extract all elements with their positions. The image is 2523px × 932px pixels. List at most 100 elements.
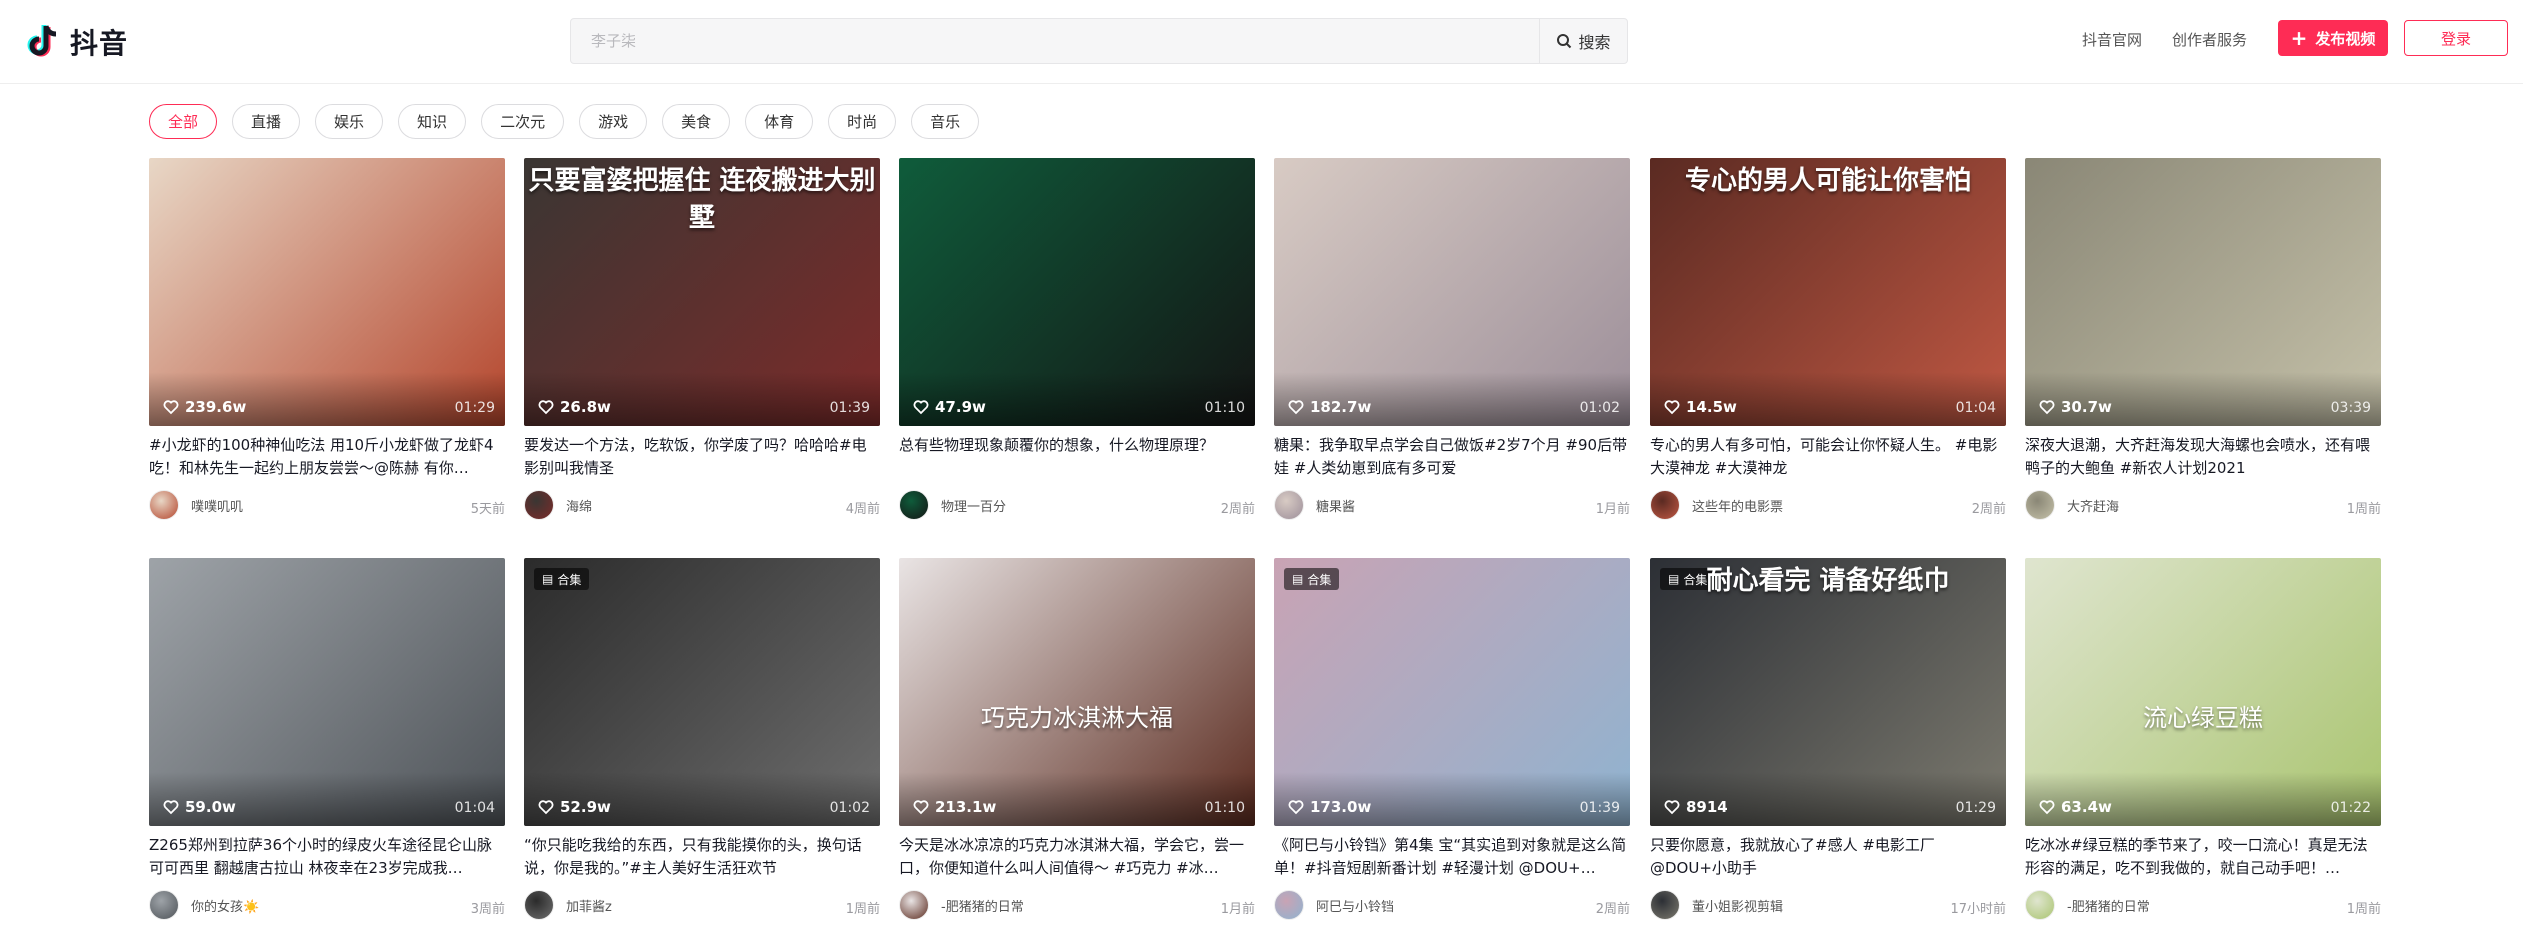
video-duration: 01:29 <box>1955 800 1996 816</box>
video-duration: 01:39 <box>829 400 870 416</box>
video-thumbnail[interactable]: ▤ 合集 耐心看完 请备好纸巾 8914 01:29 <box>1650 558 2006 826</box>
publish-time: 2周前 <box>1220 502 1255 517</box>
like-count: 52.9w <box>538 798 611 816</box>
heart-icon <box>2039 400 2055 415</box>
avatar[interactable] <box>1650 890 1680 920</box>
publish-video-button[interactable]: + 发布视频 <box>2278 20 2388 56</box>
video-thumbnail[interactable]: 239.6w 01:29 <box>149 158 505 426</box>
video-thumbnail[interactable]: 流心绿豆糕 63.4w 01:22 <box>2025 558 2381 826</box>
video-card[interactable]: 只要富婆把握住 连夜搬进大别墅 26.8w 01:39 要发达一个方法，吃软饭，… <box>524 158 880 520</box>
collection-badge-label: 合集 <box>557 572 582 587</box>
video-description[interactable]: 《阿巳与小铃铛》第4集 宝“其实追到对象就是这么简单！#抖音短剧新番计划 #轻漫… <box>1274 834 1630 880</box>
avatar[interactable] <box>149 490 179 520</box>
video-card[interactable]: 182.7w 01:02 糖果：我争取早点学会自己做饭#2岁7个月 #90后带娃… <box>1274 158 1630 520</box>
like-count: 8914 <box>1664 798 1728 816</box>
video-card[interactable]: 239.6w 01:29 #小龙虾的100种神仙吃法 用10斤小龙虾做了龙虾4吃… <box>149 158 505 520</box>
video-description[interactable]: “你只能吃我给的东西，只有我能摸你的头，换句话说，你是我的。”#主人美好生活狂欢… <box>524 834 880 880</box>
avatar[interactable] <box>1274 890 1304 920</box>
douyin-logo[interactable]: 抖音 <box>26 20 128 64</box>
author-name[interactable]: 加菲酱z <box>566 896 612 915</box>
like-count: 26.8w <box>538 398 611 416</box>
video-description[interactable]: 糖果：我争取早点学会自己做饭#2岁7个月 #90后带娃 #人类幼崽到底有多可爱 <box>1274 434 1630 480</box>
video-description[interactable]: 深夜大退潮，大齐赶海发现大海螺也会喷水，还有喂鸭子的大鲍鱼 #新农人计划2021 <box>2025 434 2381 480</box>
video-description[interactable]: 只要你愿意，我就放心了#感人 #电影工厂 @DOU+小助手 <box>1650 834 2006 880</box>
video-thumbnail[interactable]: 巧克力冰淇淋大福 213.1w 01:10 <box>899 558 1255 826</box>
video-description[interactable]: 吃冰冰#绿豆糕的季节来了，咬一口流心！真是无法形容的满足，吃不到我做的，就自己动… <box>2025 834 2381 880</box>
video-card[interactable]: ▤ 合集 耐心看完 请备好纸巾 8914 01:29 只要你愿意，我就放心了#感… <box>1650 558 2006 920</box>
author-name[interactable]: 噗噗叽叽 <box>191 496 243 515</box>
video-meta: 噗噗叽叽 5天前 <box>149 490 505 520</box>
video-thumbnail[interactable]: 59.0w 01:04 <box>149 558 505 826</box>
heart-icon <box>538 400 554 415</box>
like-count: 182.7w <box>1288 398 1371 416</box>
avatar[interactable] <box>1650 490 1680 520</box>
video-description[interactable]: 今天是冰冰凉凉的巧克力冰淇淋大福，学会它，尝一口，你便知道什么叫人间值得～ #巧… <box>899 834 1255 880</box>
search-input[interactable] <box>571 19 1539 63</box>
author-name[interactable]: -肥猪猪的日常 <box>2067 896 2150 915</box>
video-description[interactable]: #小龙虾的100种神仙吃法 用10斤小龙虾做了龙虾4吃！和林先生一起约上朋友尝尝… <box>149 434 505 480</box>
login-button[interactable]: 登录 <box>2404 20 2508 56</box>
author-name[interactable]: 董小姐影视剪辑 <box>1692 896 1783 915</box>
like-count: 63.4w <box>2039 798 2112 816</box>
avatar[interactable] <box>2025 890 2055 920</box>
video-thumbnail[interactable]: 只要富婆把握住 连夜搬进大别墅 26.8w 01:39 <box>524 158 880 426</box>
author-name[interactable]: 阿巳与小铃铛 <box>1316 896 1394 915</box>
video-card[interactable]: ▤ 合集 173.0w 01:39 《阿巳与小铃铛》第4集 宝“其实追到对象就是… <box>1274 558 1630 920</box>
video-card[interactable]: 巧克力冰淇淋大福 213.1w 01:10 今天是冰冰凉凉的巧克力冰淇淋大福，学… <box>899 558 1255 920</box>
search-button[interactable]: 搜索 <box>1539 19 1627 63</box>
search-icon <box>1557 34 1572 49</box>
avatar[interactable] <box>149 890 179 920</box>
thumbnail-caption: 专心的男人可能让你害怕 <box>1684 166 1971 196</box>
category-tab-knowledge[interactable]: 知识 <box>398 104 467 139</box>
category-tab-anime[interactable]: 二次元 <box>481 104 565 139</box>
avatar[interactable] <box>524 890 554 920</box>
video-card[interactable]: 59.0w 01:04 Z265郑州到拉萨36个小时的绿皮火车途径昆仑山脉 可可… <box>149 558 505 920</box>
video-card[interactable]: 专心的男人可能让你害怕 14.5w 01:04 专心的男人有多可怕，可能会让你怀… <box>1650 158 2006 520</box>
author-name[interactable]: 糖果酱 <box>1316 496 1355 515</box>
category-tab-all[interactable]: 全部 <box>149 104 218 139</box>
author-name[interactable]: 大齐赶海 <box>2067 496 2119 515</box>
video-description[interactable]: 要发达一个方法，吃软饭，你学废了吗？哈哈哈#电影别叫我情圣 <box>524 434 880 480</box>
category-tab-food[interactable]: 美食 <box>662 104 731 139</box>
video-description[interactable]: 总有些物理现象颠覆你的想象，什么物理原理？ <box>899 434 1255 480</box>
publish-time: 1周前 <box>845 902 880 917</box>
video-card[interactable]: 30.7w 03:39 深夜大退潮，大齐赶海发现大海螺也会喷水，还有喂鸭子的大鲍… <box>2025 158 2381 520</box>
category-tab-live[interactable]: 直播 <box>232 104 301 139</box>
video-card[interactable]: ▤ 合集 52.9w 01:02 “你只能吃我给的东西，只有我能摸你的头，换句话… <box>524 558 880 920</box>
category-tab-sports[interactable]: 体育 <box>745 104 814 139</box>
category-tab-fashion[interactable]: 时尚 <box>828 104 897 139</box>
heart-icon <box>163 400 179 415</box>
avatar[interactable] <box>899 890 929 920</box>
video-thumbnail[interactable]: 30.7w 03:39 <box>2025 158 2381 426</box>
video-meta: 你的女孩☀️ 3周前 <box>149 890 505 920</box>
video-thumbnail[interactable]: ▤ 合集 52.9w 01:02 <box>524 558 880 826</box>
avatar[interactable] <box>899 490 929 520</box>
author-name[interactable]: 海绵 <box>566 496 592 515</box>
author-name[interactable]: 你的女孩☀️ <box>191 896 259 915</box>
like-count-value: 173.0w <box>1310 798 1372 816</box>
video-thumbnail[interactable]: 专心的男人可能让你害怕 14.5w 01:04 <box>1650 158 2006 426</box>
avatar[interactable] <box>524 490 554 520</box>
heart-icon <box>538 800 554 815</box>
author-name[interactable]: 这些年的电影票 <box>1692 496 1783 515</box>
video-thumbnail[interactable]: 182.7w 01:02 <box>1274 158 1630 426</box>
video-meta: 海绵 4周前 <box>524 490 880 520</box>
video-duration: 01:29 <box>454 400 495 416</box>
video-meta: 阿巳与小铃铛 2周前 <box>1274 890 1630 920</box>
creator-service-link[interactable]: 创作者服务 <box>2172 29 2247 50</box>
category-tab-games[interactable]: 游戏 <box>579 104 648 139</box>
video-description[interactable]: Z265郑州到拉萨36个小时的绿皮火车途径昆仑山脉 可可西里 翻越唐古拉山 林夜… <box>149 834 505 880</box>
avatar[interactable] <box>1274 490 1304 520</box>
video-description[interactable]: 专心的男人有多可怕，可能会让你怀疑人生。 #电影大漠神龙 #大漠神龙 <box>1650 434 2006 480</box>
heart-icon <box>1664 800 1680 815</box>
category-tab-entertainment[interactable]: 娱乐 <box>315 104 384 139</box>
video-card[interactable]: 47.9w 01:10 总有些物理现象颠覆你的想象，什么物理原理？ 物理一百分 … <box>899 158 1255 520</box>
author-name[interactable]: -肥猪猪的日常 <box>941 896 1024 915</box>
category-tab-music[interactable]: 音乐 <box>911 104 980 139</box>
avatar[interactable] <box>2025 490 2055 520</box>
video-card[interactable]: 流心绿豆糕 63.4w 01:22 吃冰冰#绿豆糕的季节来了，咬一口流心！真是无… <box>2025 558 2381 920</box>
video-thumbnail[interactable]: 47.9w 01:10 <box>899 158 1255 426</box>
official-site-link[interactable]: 抖音官网 <box>2082 29 2142 50</box>
author-name[interactable]: 物理一百分 <box>941 496 1006 515</box>
video-thumbnail[interactable]: ▤ 合集 173.0w 01:39 <box>1274 558 1630 826</box>
